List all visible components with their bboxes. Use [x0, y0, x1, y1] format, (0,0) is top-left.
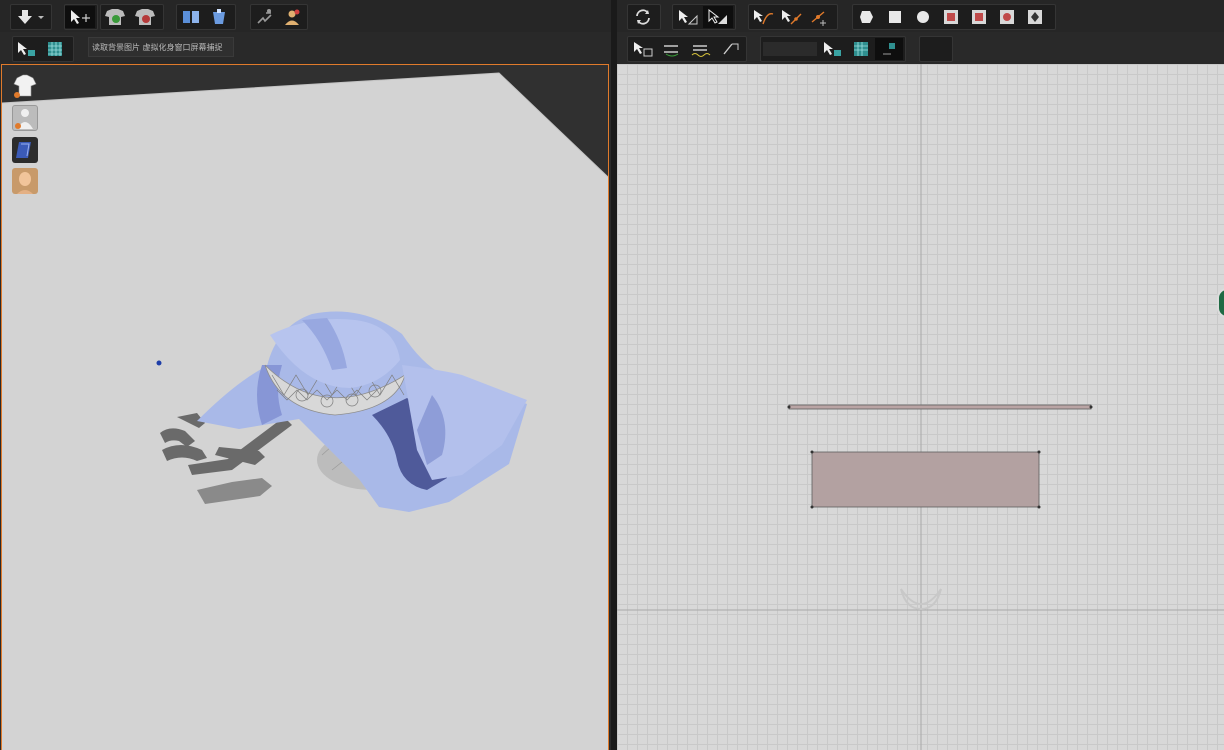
internal-polygon-icon[interactable]: [937, 6, 965, 28]
polygon-icon[interactable]: [853, 6, 881, 28]
mesh-group-right: [760, 36, 906, 62]
refresh-group: [627, 4, 661, 30]
texture-grid-icon[interactable]: [847, 38, 875, 60]
avatar-group: [250, 4, 308, 30]
strip-pattern: [788, 404, 1092, 410]
avatar-pose-icon[interactable]: [251, 6, 278, 28]
background-image-button[interactable]: 读取背景图片 虚拟化身窗口屏幕捕捉: [88, 37, 234, 57]
pattern-2d-viewport[interactable]: [617, 64, 1224, 750]
blank-button[interactable]: [919, 36, 953, 62]
arrange-points-icon[interactable]: [205, 6, 233, 28]
refresh-icon[interactable]: [628, 6, 658, 28]
add-point-icon[interactable]: [805, 6, 833, 28]
scene-canvas: [2, 65, 608, 512]
fabric-swatch-icon[interactable]: [12, 137, 38, 163]
select-mesh-icon[interactable]: [819, 38, 847, 60]
hanger-shadow: [160, 413, 292, 504]
select-mesh-icon[interactable]: [13, 38, 41, 60]
edit-curve-icon[interactable]: [749, 6, 777, 28]
free-sew-icon[interactable]: [657, 38, 686, 60]
transform-group: [672, 4, 736, 30]
uv-icon[interactable]: [875, 38, 903, 60]
edit-pattern-icon[interactable]: [703, 6, 733, 28]
avatar-add-icon[interactable]: [278, 6, 305, 28]
pin-point: [156, 360, 162, 366]
check-sewing-icon[interactable]: [715, 38, 744, 60]
import-group: [10, 4, 52, 30]
avatar-body-icon[interactable]: [12, 105, 38, 131]
garment-remove-icon[interactable]: [131, 6, 161, 28]
sewing-line-icon[interactable]: [686, 38, 715, 60]
curve-group: [748, 4, 838, 30]
transform-pattern-icon[interactable]: [673, 6, 703, 28]
rectangle-icon[interactable]: [881, 6, 909, 28]
garment-add-icon[interactable]: [101, 6, 131, 28]
circle-icon[interactable]: [909, 6, 937, 28]
download-arrow-icon[interactable]: [11, 6, 49, 28]
select-move-icon[interactable]: [65, 6, 95, 28]
segment-sew-icon[interactable]: [628, 38, 657, 60]
side-tab-button[interactable]: [1217, 288, 1224, 318]
avatar-3d-viewport[interactable]: [1, 64, 609, 750]
texture-grid-icon[interactable]: [41, 38, 69, 60]
curve-point-icon[interactable]: [777, 6, 805, 28]
arrange-group: [176, 4, 236, 30]
internal-circle-icon[interactable]: [993, 6, 1021, 28]
sewing-group: [627, 36, 747, 62]
dart-icon[interactable]: [1021, 6, 1049, 28]
internal-rectangle-icon[interactable]: [965, 6, 993, 28]
select-group: [64, 4, 98, 30]
shape-group: [852, 4, 1056, 30]
pattern-canvas: [617, 64, 1224, 750]
garment-shirt-icon[interactable]: [12, 73, 38, 99]
garment-group: [100, 4, 164, 30]
avatar-head-icon[interactable]: [12, 168, 38, 194]
rectangle-pattern: [811, 451, 1040, 508]
fold-arrange-icon[interactable]: [177, 6, 205, 28]
mesh-select-group: [12, 36, 74, 62]
slider-track: [761, 38, 819, 60]
